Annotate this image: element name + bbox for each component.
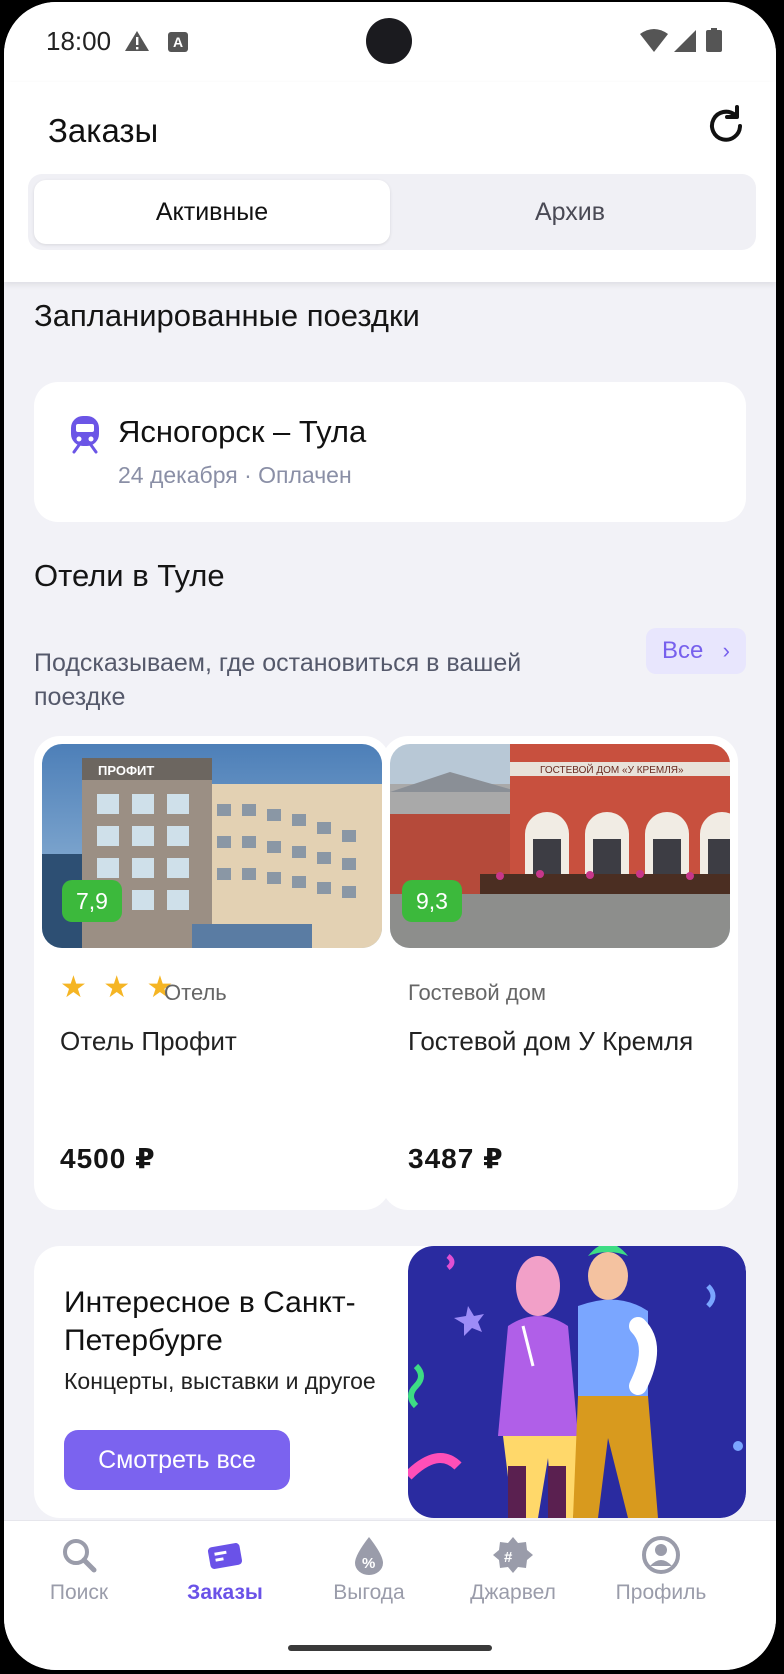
nav-search[interactable]: Поиск	[4, 1535, 154, 1605]
nav-profile[interactable]: Профиль	[586, 1535, 736, 1605]
hotel-type: Гостевой дом	[408, 980, 547, 1005]
promo-subtitle: Концерты, выставки и другое	[64, 1368, 376, 1394]
hotels-subtitle: Подсказываем, где остановиться в вашей п…	[34, 649, 522, 711]
see-all-button[interactable]: Смотреть все	[64, 1430, 290, 1490]
nav-orders[interactable]: Заказы	[150, 1535, 300, 1605]
all-button-label: Все	[662, 637, 704, 664]
hotel-type: Отель	[164, 980, 227, 1005]
profile-icon	[642, 1536, 680, 1574]
chevron-right-icon: ›	[722, 638, 730, 663]
hotel-card[interactable]: ПРОФИТ 7,9 ★ ★ ★ Отель Отель Профит 4500…	[34, 736, 390, 1210]
nav-label: Поиск	[49, 1581, 109, 1604]
hotel-price: 3487 ₽	[408, 1143, 504, 1174]
bottom-navigation: Поиск Заказы % Выгода # Джарвел Профиль	[4, 1520, 776, 1670]
notification-a-icon: A	[168, 32, 188, 52]
nav-label: Профиль	[615, 1581, 707, 1604]
hotel-card[interactable]: ГОСТЕВОЙ ДОМ «У КРЕМЛЯ» 9,3 Гостевой дом…	[382, 736, 738, 1210]
warning-icon	[125, 31, 149, 51]
hotels-all-button[interactable]: Все ›	[646, 628, 746, 674]
svg-text:#: #	[504, 1549, 513, 1566]
hotel-rating-badge: 7,9	[62, 880, 122, 922]
hotel-name: Отель Профит	[60, 1026, 237, 1056]
home-indicator[interactable]	[288, 1645, 492, 1651]
phone-screen: 18:00 A Заказы Активные Архив Запланиров…	[4, 2, 776, 1670]
camera-cutout	[366, 18, 412, 64]
planned-trips-title: Запланированные поездки	[34, 298, 420, 333]
nav-jarvel[interactable]: # Джарвел	[438, 1535, 588, 1605]
promo-illustration	[408, 1246, 746, 1518]
nav-label: Заказы	[187, 1581, 263, 1604]
ticket-icon	[207, 1543, 243, 1569]
hotel-price: 4500 ₽	[60, 1143, 156, 1174]
nav-label: Джарвел	[470, 1581, 556, 1604]
search-icon	[63, 1539, 97, 1573]
jarvel-badge-icon: #	[493, 1537, 533, 1573]
promo-title: Интересное в Санкт-Петербурге	[64, 1286, 356, 1357]
trip-details: 24 декабря · Оплачен	[118, 462, 352, 488]
nav-label: Выгода	[333, 1581, 405, 1604]
status-time: 18:00	[46, 26, 112, 56]
train-icon	[71, 416, 99, 454]
hotel-rating-badge: 9,3	[402, 880, 462, 922]
discount-drop-icon: %	[355, 1537, 383, 1575]
orders-segmented-control: Активные Архив	[28, 174, 756, 250]
hotels-section-title: Отели в Туле	[34, 558, 225, 593]
page-title: Заказы	[48, 112, 159, 149]
star-rating-icons: ★ ★ ★	[60, 971, 178, 1004]
nav-benefits[interactable]: % Выгода	[294, 1535, 444, 1605]
hotel-sign-text: ПРОФИТ	[98, 763, 154, 778]
tab-active[interactable]: Активные	[34, 180, 390, 244]
status-bar: 18:00 A	[4, 2, 776, 82]
promo-banner[interactable]: Интересное в Санкт-Петербурге Концерты, …	[34, 1246, 746, 1518]
app-header: Заказы Активные Архив	[4, 82, 776, 282]
tab-archive[interactable]: Архив	[392, 180, 748, 244]
refresh-icon[interactable]	[704, 104, 748, 148]
signal-icons	[640, 28, 722, 52]
trip-route: Ясногорск – Тула	[118, 414, 367, 449]
hotel-name: Гостевой дом У Кремля	[408, 1026, 694, 1056]
trip-card[interactable]: Ясногорск – Тула 24 декабря · Оплачен	[34, 382, 746, 522]
svg-text:%: %	[362, 1555, 375, 1572]
guesthouse-sign-text: ГОСТЕВОЙ ДОМ «У КРЕМЛЯ»	[540, 763, 684, 776]
